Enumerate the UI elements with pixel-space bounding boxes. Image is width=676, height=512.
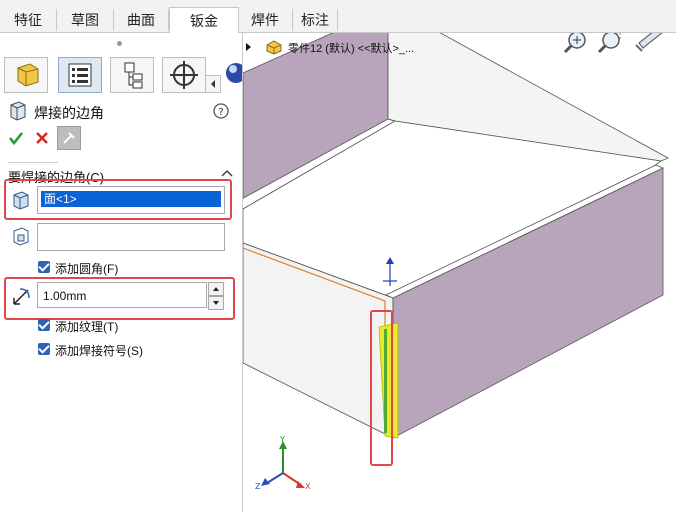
display-tab[interactable] [220,57,242,91]
panel-grip[interactable] [117,41,122,46]
panel-title: 焊接的边角 [34,105,104,121]
expand-arrow-icon[interactable] [245,43,253,51]
tab-weldments[interactable]: 焊件 [238,9,293,31]
add-weld-symbol-label: 添加焊接符号(S) [55,344,143,358]
tab-features[interactable]: 特征 [0,9,57,31]
callout-corner [370,310,393,466]
tabs-scroll-left-button[interactable] [205,75,221,93]
add-texture-label: 添加纹理(T) [55,320,119,334]
tab-surfaces[interactable]: 曲面 [114,9,169,31]
triad-y-label: Y [279,435,285,444]
tab-sheet-metal[interactable]: 钣金 [169,7,239,33]
chevron-left-icon [211,80,215,88]
configuration-icon [124,62,143,89]
secondary-selection-list[interactable] [37,223,225,251]
feature-tree-tab[interactable] [4,57,48,93]
svg-text:?: ? [218,107,223,118]
triad-z-label: Z [255,482,261,491]
pin-icon [63,132,75,144]
feature-tree-icon [17,63,39,87]
view-triad: Y X Z [255,435,311,491]
property-manager-tab[interactable] [58,57,102,93]
tree-flyout[interactable]: 零件12 (默认) <<默认>_... [243,37,443,57]
property-list-icon [68,63,92,87]
tab-sketch[interactable]: 草图 [57,9,114,31]
callout-radius [4,277,235,320]
model-view: Y X Z [243,33,669,491]
zoom-to-area-icon[interactable] [595,33,625,57]
collapse-chevron-icon[interactable] [221,168,233,178]
add-weld-symbol-checkbox[interactable] [38,343,50,355]
cancel-x-icon[interactable] [35,131,49,145]
appearance-sphere-icon [226,63,242,83]
help-icon[interactable]: ? [213,103,229,119]
welded-corner-icon [10,101,26,121]
tree-part-name: 零件12 (默认) <<默认>_... [288,43,415,55]
secondary-selection-icon [13,227,29,246]
triad-x-label: X [305,482,311,491]
pin-button[interactable] [57,126,81,150]
dimxpert-tab[interactable] [162,57,206,93]
previous-view-icon[interactable] [633,33,667,59]
add-texture-checkbox[interactable] [38,319,50,331]
part-icon [266,40,282,55]
property-manager: 焊接的边角 ? 要焊接的边角(C) 面<1> 添加圆角(F) 1.00mm 添加… [0,33,243,512]
add-fillet-checkbox[interactable] [38,261,50,273]
section-divider [8,162,58,163]
callout-face-selection [4,179,232,220]
graphics-viewport[interactable]: Y X Z 零件12 (默认) <<默认>_... [243,33,676,512]
add-fillet-label: 添加圆角(F) [55,262,119,276]
configuration-tab[interactable] [110,57,154,93]
ok-check-icon[interactable] [8,130,24,146]
crosshair-icon [170,61,198,89]
command-manager-tabs: 特征 草图 曲面 钣金 焊件 标注 [0,0,676,33]
tab-dimxpert[interactable]: 标注 [293,9,338,31]
zoom-to-fit-icon[interactable] [561,33,591,57]
